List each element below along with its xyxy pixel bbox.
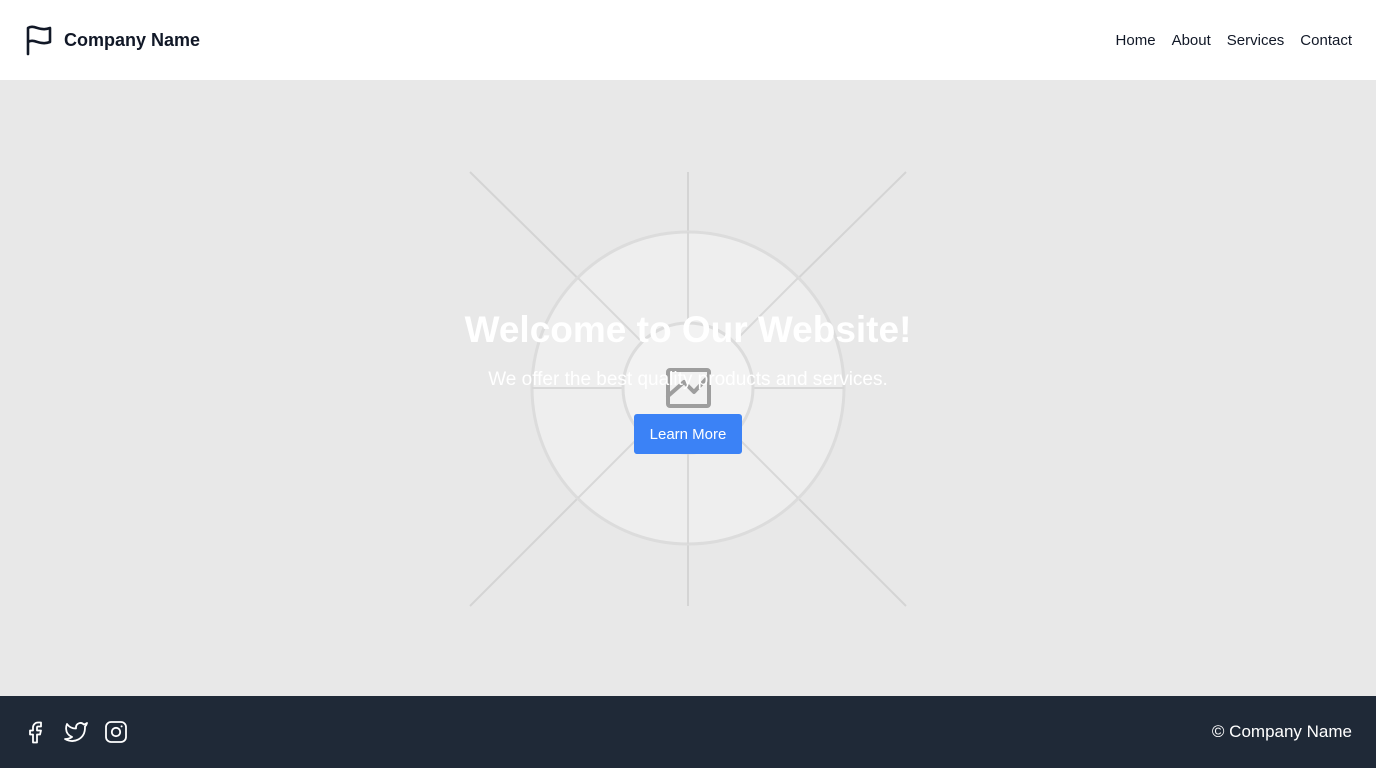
learn-more-button[interactable]: Learn More: [634, 414, 742, 454]
hero-title: Welcome to Our Website!: [464, 309, 912, 350]
nav-link-about[interactable]: About: [1172, 32, 1211, 49]
facebook-icon: [29, 721, 42, 744]
hero-content: Welcome to Our Website! We offer the bes…: [0, 80, 1376, 696]
social-links: [24, 720, 128, 744]
hero-subtitle: We offer the best quality products and s…: [488, 369, 888, 390]
twitter-link[interactable]: [64, 720, 88, 744]
nav-link-services[interactable]: Services: [1227, 32, 1285, 49]
brand-name: Company Name: [64, 29, 201, 50]
hero-section: Welcome to Our Website! We offer the bes…: [0, 80, 1376, 696]
brand[interactable]: Company Name: [24, 24, 200, 56]
instagram-link[interactable]: [104, 720, 128, 744]
site-header: Company Name Home About Services Contact: [0, 0, 1376, 80]
instagram-icon: [105, 721, 127, 743]
nav-link-home[interactable]: Home: [1116, 32, 1156, 49]
flag-icon: [26, 25, 52, 56]
site-footer: © Company Name: [0, 696, 1376, 768]
facebook-link[interactable]: [24, 720, 48, 744]
copyright-text: © Company Name: [1211, 722, 1352, 741]
nav-link-contact[interactable]: Contact: [1300, 32, 1352, 49]
main-nav: Home About Services Contact: [1116, 32, 1352, 49]
twitter-icon: [64, 722, 88, 742]
